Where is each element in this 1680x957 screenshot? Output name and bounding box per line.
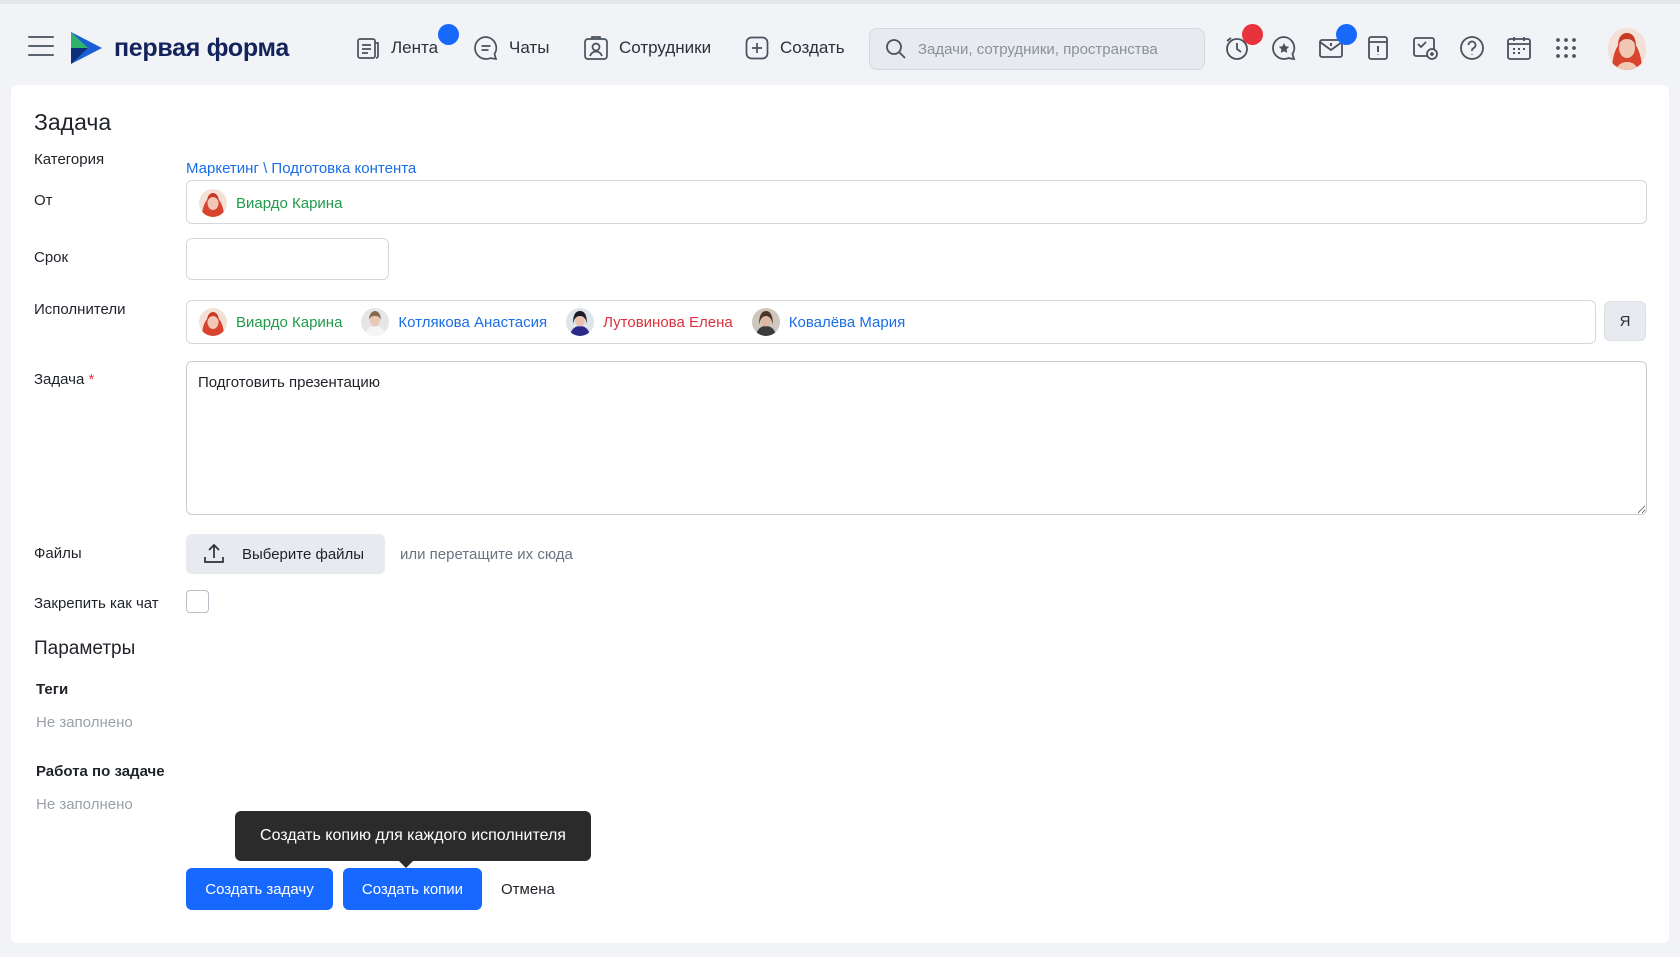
star-chat-icon: [1272, 36, 1296, 61]
page-title: Задача: [34, 109, 112, 135]
deadline-label: Срок: [34, 249, 69, 266]
nav-create[interactable]: Создать: [743, 32, 845, 64]
top-navigation-bar: первая форма Лента 1 Чаты Сотрудники Соз…: [0, 0, 1680, 85]
assignee-chip[interactable]: Ковалёва Мария: [751, 308, 906, 336]
avatar: [199, 189, 227, 217]
approvals-button[interactable]: [1411, 34, 1439, 62]
avatar: [361, 308, 390, 336]
assign-me-button[interactable]: Я: [1604, 301, 1646, 341]
reminders-button[interactable]: 4: [1223, 24, 1263, 62]
approval-icon: [1413, 37, 1438, 60]
upload-icon: [204, 543, 224, 563]
employees-icon: [584, 36, 608, 60]
avatar: [751, 308, 780, 336]
create-task-button[interactable]: Создать задачу: [186, 868, 333, 910]
messages-badge: 1: [1336, 24, 1357, 45]
apps-grid-icon: [1556, 38, 1576, 58]
search-input[interactable]: [918, 40, 1188, 58]
assignee-chip[interactable]: Лутовинова Елена: [566, 308, 733, 336]
category-label: Категория: [34, 151, 105, 168]
nav-feed[interactable]: Лента 1: [354, 24, 459, 64]
assignee-name: Лутовинова Елена: [603, 313, 733, 331]
assignee-name: Котлякова Анастасия: [398, 313, 548, 331]
pin-chat-label: Закрепить как чат: [34, 595, 159, 612]
logo-mark-icon: [71, 32, 102, 64]
apps-grid-button[interactable]: [1552, 34, 1580, 62]
feed-badge: 1: [438, 24, 459, 45]
required-mark: *: [88, 371, 95, 388]
task-label: Задача *: [34, 371, 94, 388]
plus-icon: [745, 36, 769, 60]
nav-employees-label: Сотрудники: [619, 38, 712, 57]
logo-text: первая форма: [114, 33, 289, 62]
task-textarea[interactable]: [186, 361, 1647, 515]
nav-employees[interactable]: Сотрудники: [582, 32, 711, 64]
work-label: Работа по задаче: [36, 763, 165, 780]
calendar-button[interactable]: [1505, 34, 1533, 62]
create-copies-button[interactable]: Создать копии: [343, 868, 482, 910]
params-title: Параметры: [34, 638, 136, 659]
assignee-chip[interactable]: Котлякова Анастасия: [361, 308, 547, 336]
deadline-input[interactable]: [186, 238, 389, 280]
from-field[interactable]: Виардо Карина: [186, 180, 1647, 224]
notices-button[interactable]: [1364, 34, 1392, 62]
search-box[interactable]: [869, 28, 1205, 70]
choose-files-label: Выберите файлы: [242, 545, 365, 563]
from-person-name: Виардо Карина: [236, 194, 343, 212]
avatar: [199, 308, 227, 336]
drop-hint: или перетащите их сюда: [400, 546, 573, 563]
task-form-card: Задача Категория Маркетинг \ Подготовка …: [11, 85, 1669, 943]
assignee-name: Виардо Карина: [236, 313, 343, 331]
chat-icon: [474, 36, 498, 61]
choose-files-button[interactable]: Выберите файлы: [186, 534, 385, 574]
search-icon: [886, 39, 906, 59]
reminders-badge: 4: [1242, 24, 1263, 45]
assignee-chip[interactable]: Виардо Карина: [199, 308, 342, 336]
create-copies-tooltip: Создать копию для каждого исполнителя: [235, 811, 591, 868]
feed-icon: [357, 38, 379, 59]
tags-label: Теги: [36, 681, 69, 698]
task-label-text: Задача: [34, 371, 85, 388]
logo[interactable]: первая форма: [68, 30, 289, 66]
nav-feed-label: Лента: [391, 38, 439, 57]
work-value[interactable]: Не заполнено: [36, 796, 133, 813]
calendar-icon: [1507, 37, 1531, 60]
pin-chat-checkbox[interactable]: [186, 590, 209, 613]
avatar: [566, 308, 595, 336]
nav-create-label: Создать: [780, 38, 845, 57]
notice-icon: [1368, 36, 1388, 60]
nav-chats[interactable]: Чаты: [472, 32, 549, 64]
avatar-image: [1608, 28, 1646, 70]
from-person[interactable]: Виардо Карина: [199, 189, 342, 217]
menu-icon[interactable]: [28, 36, 54, 56]
user-avatar[interactable]: [1608, 28, 1646, 70]
nav-chats-label: Чаты: [509, 38, 550, 57]
messages-button[interactable]: 1: [1317, 24, 1357, 62]
assignee-name: Ковалёва Мария: [788, 313, 906, 331]
category-link[interactable]: Маркетинг \ Подготовка контента: [186, 160, 416, 177]
files-label: Файлы: [34, 545, 82, 562]
assignees-field[interactable]: Виардо Карина Котлякова Анастасия Лутови…: [186, 300, 1596, 344]
assignees-label: Исполнители: [34, 301, 126, 318]
cancel-button[interactable]: Отмена: [501, 868, 555, 910]
from-label: От: [34, 192, 53, 209]
help-icon: [1460, 36, 1484, 60]
help-button[interactable]: [1458, 34, 1486, 62]
tags-value[interactable]: Не заполнено: [36, 714, 133, 731]
favorites-chat-button[interactable]: [1270, 34, 1298, 62]
